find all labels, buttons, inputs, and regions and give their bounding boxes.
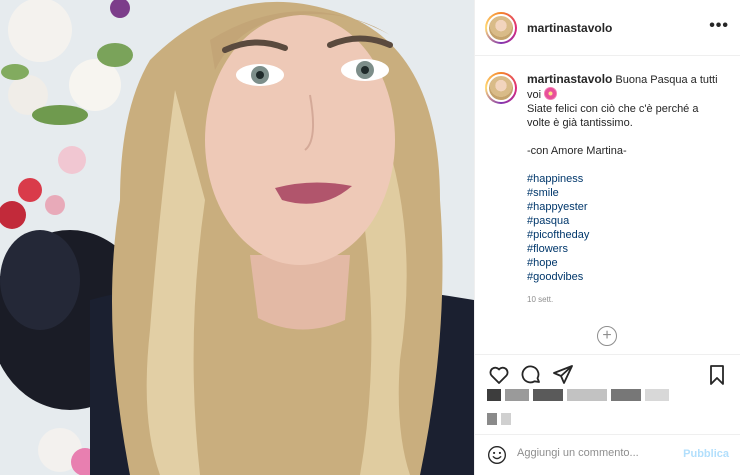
- avatar[interactable]: [485, 12, 517, 44]
- comment-input[interactable]: [517, 447, 685, 459]
- hashtag[interactable]: #happyester: [527, 200, 729, 214]
- redacted-block: [611, 389, 641, 401]
- caption-line-1: Buona Pasqua a tutti: [615, 74, 718, 86]
- action-bar: [475, 354, 740, 394]
- hashtag[interactable]: #hope: [527, 256, 729, 270]
- hashtag[interactable]: #happiness: [527, 172, 729, 186]
- comment-bar: Pubblica: [475, 434, 740, 475]
- post-photo-illustration: [0, 0, 474, 475]
- caption-line-3: Siate felici con ciò che c'è perché a: [527, 103, 699, 115]
- flower-emoji-icon: [544, 87, 558, 100]
- redacted-block: [505, 389, 529, 401]
- caption-username[interactable]: martinastavolo: [527, 72, 612, 86]
- redacted-block: [567, 389, 607, 401]
- bookmark-icon[interactable]: [705, 363, 729, 387]
- heart-icon[interactable]: [487, 363, 511, 387]
- redacted-block: [487, 389, 501, 401]
- hashtag-list: #happiness #smile #happyester #pasqua #p…: [527, 172, 729, 284]
- hashtag[interactable]: #picoftheday: [527, 228, 729, 242]
- redacted-block: [487, 413, 497, 425]
- emoji-icon[interactable]: [487, 445, 507, 465]
- header-username[interactable]: martinastavolo: [527, 21, 612, 35]
- post-photo[interactable]: [0, 0, 474, 475]
- plus-circle-icon[interactable]: +: [597, 326, 617, 346]
- caption-avatar[interactable]: [485, 72, 517, 104]
- comment-icon[interactable]: [519, 363, 543, 387]
- post-time[interactable]: 10 sett.: [527, 293, 729, 307]
- caption-line-2: voi: [527, 89, 542, 101]
- hashtag[interactable]: #pasqua: [527, 214, 729, 228]
- redacted-block: [501, 413, 511, 425]
- caption-line-4: volte è già tantissimo.: [527, 117, 633, 129]
- redacted-block: [533, 389, 563, 401]
- caption-line-5: -con Amore Martina-: [527, 145, 627, 157]
- post-side-panel: martinastavolo ••• martinastavolo Buona …: [474, 0, 740, 475]
- hashtag[interactable]: #goodvibes: [527, 270, 729, 284]
- redacted-block: [645, 389, 669, 401]
- hashtag[interactable]: #flowers: [527, 242, 729, 256]
- hashtag[interactable]: #smile: [527, 186, 729, 200]
- publish-button[interactable]: Pubblica: [683, 448, 729, 460]
- post-header: martinastavolo •••: [475, 0, 740, 56]
- caption: martinastavolo Buona Pasqua a tutti voi …: [475, 56, 740, 346]
- share-icon[interactable]: [551, 363, 575, 387]
- more-icon[interactable]: •••: [709, 17, 729, 35]
